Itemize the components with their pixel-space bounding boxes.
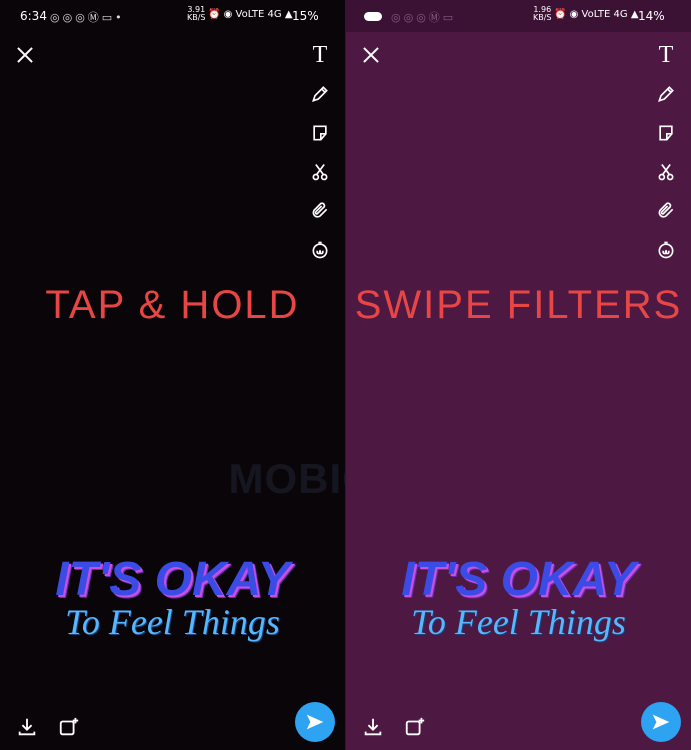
battery-level: 15% [292,9,319,23]
right-screen: ◎◎◎Ⓜ▭ 1.96 KB/S ⏰ ◉ VoLTE 4G ▲ 14% T SWIP… [346,0,691,750]
pencil-icon[interactable] [653,81,679,107]
sticker-icon[interactable] [653,120,679,146]
paperclip-icon[interactable] [307,198,333,224]
caption-text[interactable]: TAP & HOLD [0,283,345,328]
close-icon[interactable] [14,44,36,66]
sticker[interactable]: IT'S OKAY To Feel Things [346,555,691,643]
sticker-line-2: To Feel Things [65,602,280,642]
scissors-icon[interactable] [653,159,679,185]
paperclip-icon[interactable] [653,198,679,224]
status-time: 6:34 [20,9,47,23]
edit-toolbar: T [653,42,679,276]
edit-toolbar: T [307,42,333,276]
status-icons: ⏰ ◉ VoLTE 4G ▲ [208,9,293,20]
send-button[interactable] [295,702,335,742]
battery-level: 14% [638,9,665,23]
network-rate: 3.91 KB/S [187,5,206,22]
add-to-story-icon[interactable] [56,714,82,740]
toggle-pill-icon [364,12,382,21]
notification-icons: ◎◎◎Ⓜ▭ [391,11,457,24]
download-icon[interactable] [14,714,40,740]
scissors-icon[interactable] [307,159,333,185]
sticker-line-2: To Feel Things [411,602,626,642]
sticker-line-1: IT'S OKAY [55,553,290,606]
download-icon[interactable] [360,714,386,740]
add-to-story-icon[interactable] [402,714,428,740]
notification-icons: ◎◎◎Ⓜ▭• [50,11,125,24]
pencil-icon[interactable] [307,81,333,107]
close-icon[interactable] [360,44,382,66]
timer-icon[interactable] [307,237,333,263]
status-icons: ⏰ ◉ VoLTE 4G ▲ [554,9,639,20]
text-icon[interactable]: T [307,42,333,68]
caption-text[interactable]: SWIPE FILTERS [346,283,691,328]
sticker[interactable]: IT'S OKAY To Feel Things [0,555,345,643]
status-bar: 6:34 ◎◎◎Ⓜ▭• 3.91 KB/S ⏰ ◉ VoLTE 4G ▲ 15% [0,0,345,32]
send-button[interactable] [641,702,681,742]
status-bar: ◎◎◎Ⓜ▭ 1.96 KB/S ⏰ ◉ VoLTE 4G ▲ 14% [346,0,691,32]
timer-icon[interactable] [653,237,679,263]
left-screen: 6:34 ◎◎◎Ⓜ▭• 3.91 KB/S ⏰ ◉ VoLTE 4G ▲ 15% … [0,0,345,750]
sticker-icon[interactable] [307,120,333,146]
text-icon[interactable]: T [653,42,679,68]
sticker-line-1: IT'S OKAY [401,553,636,606]
watermark: MOBIGYAAN [228,455,345,502]
network-rate: 1.96 KB/S [533,5,552,22]
